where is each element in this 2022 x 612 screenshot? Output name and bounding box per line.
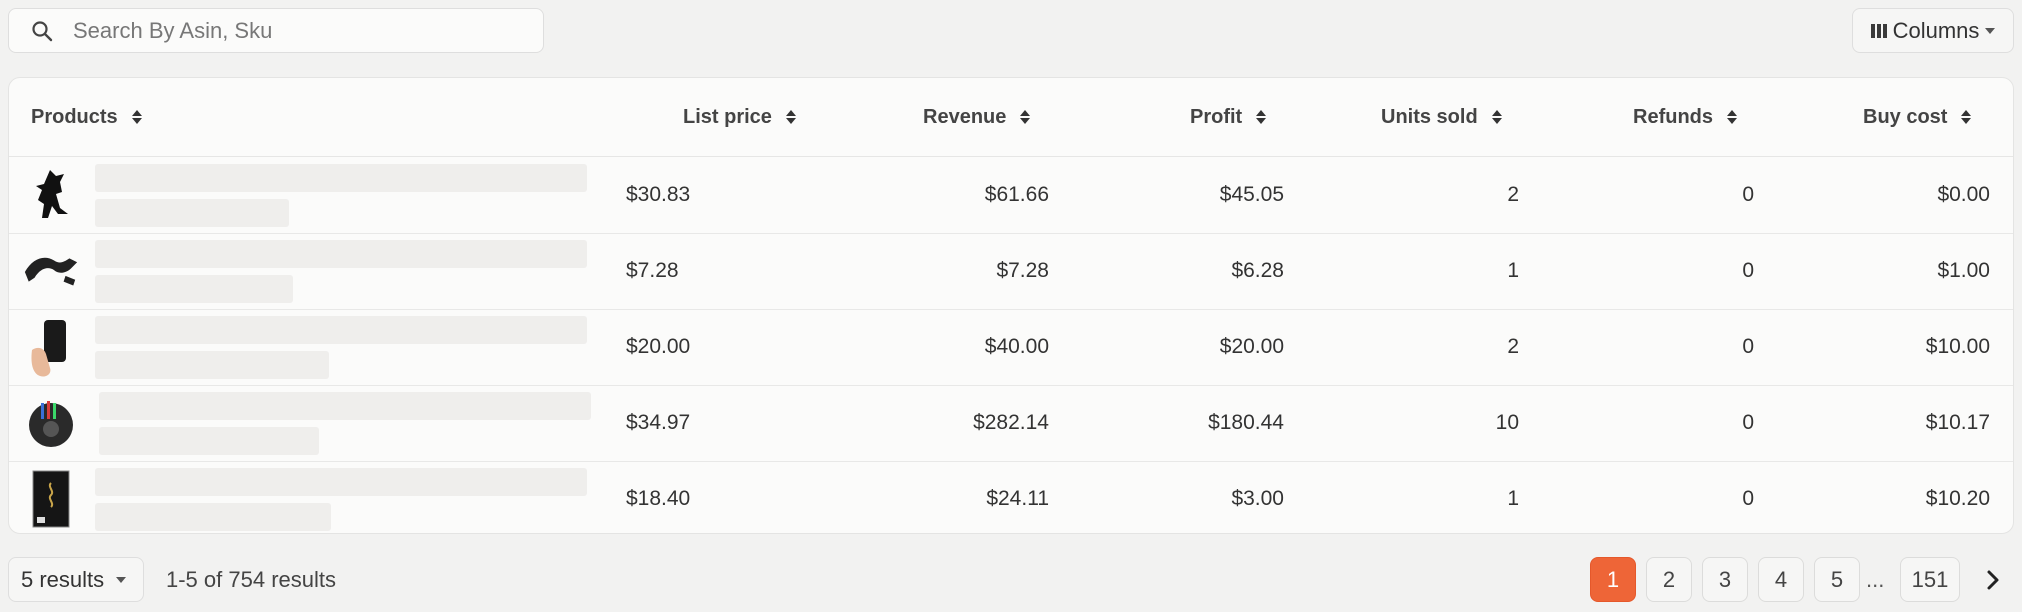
header-buy-cost[interactable]: Buy cost (1863, 78, 1972, 156)
table-row[interactable]: $34.97 $282.14 $180.44 10 0 $10.17 (9, 385, 2013, 462)
cell-revenue: $282.14 (973, 411, 1049, 434)
header-units-sold[interactable]: Units sold (1381, 78, 1502, 156)
cell-profit: $20.00 (1219, 335, 1284, 358)
columns-icon (1870, 23, 1887, 38)
header-profit[interactable]: Profit (1190, 78, 1267, 156)
table-row[interactable]: $18.40 $24.11 $3.00 1 0 $10.20 (9, 461, 2013, 533)
product-title-placeholder (95, 164, 587, 192)
cell-profit: $3.00 (1231, 487, 1284, 510)
cell-revenue: $61.66 (984, 183, 1049, 206)
cell-units-sold: 2 (1507, 335, 1519, 358)
search-box[interactable] (8, 8, 544, 53)
header-label: Units sold (1381, 105, 1478, 128)
cell-profit: $6.28 (1231, 259, 1284, 282)
sort-icon (1256, 110, 1267, 124)
header-list-price[interactable]: List price (683, 78, 796, 156)
sort-icon (1020, 110, 1031, 124)
cell-list-price: $20.00 (626, 335, 691, 358)
cell-refunds: 0 (1742, 411, 1754, 434)
table-row[interactable]: $20.00 $40.00 $20.00 2 0 $10.00 (9, 309, 2013, 386)
header-label: List price (683, 105, 772, 128)
cell-profit: $45.05 (1219, 183, 1284, 206)
page-button-4[interactable]: 4 (1758, 557, 1804, 602)
cell-list-price: $7.28 (626, 259, 679, 282)
cell-buy-cost: $1.00 (1937, 259, 1990, 282)
page-button-2[interactable]: 2 (1646, 557, 1692, 602)
cell-units-sold: 1 (1507, 487, 1519, 510)
product-sku-placeholder (95, 351, 329, 379)
cell-list-price: $30.83 (626, 183, 691, 206)
cell-buy-cost: $10.17 (1925, 411, 1990, 434)
page-button-3[interactable]: 3 (1702, 557, 1748, 602)
cell-revenue: $24.11 (986, 487, 1049, 510)
header-label: Profit (1190, 105, 1243, 128)
sort-icon (1727, 110, 1737, 124)
cell-revenue: $7.28 (996, 259, 1049, 282)
cell-refunds: 0 (1742, 259, 1754, 282)
columns-label: Columns (1892, 17, 1980, 43)
product-thumbnail[interactable] (21, 393, 81, 453)
header-label: Refunds (1633, 105, 1713, 128)
sort-icon (785, 110, 796, 124)
search-icon (31, 18, 57, 44)
cell-refunds: 0 (1742, 335, 1754, 358)
header-label: Revenue (923, 105, 1007, 128)
cell-units-sold: 1 (1507, 259, 1519, 282)
header-label: Buy cost (1863, 105, 1948, 128)
product-sku-placeholder (95, 199, 289, 227)
sort-icon (131, 110, 142, 124)
cell-units-sold: 2 (1507, 183, 1519, 206)
product-title-placeholder (95, 240, 587, 268)
page-button-1[interactable]: 1 (1590, 557, 1636, 602)
cell-list-price: $18.40 (626, 487, 691, 510)
header-label: Products (31, 105, 118, 128)
cell-refunds: 0 (1742, 183, 1754, 206)
sort-icon (1491, 110, 1502, 124)
cell-profit: $180.44 (1208, 411, 1284, 434)
sort-icon (1961, 110, 1972, 124)
search-input[interactable] (71, 16, 515, 45)
cell-buy-cost: $0.00 (1937, 183, 1990, 206)
chevron-right-icon (1987, 570, 1999, 589)
cell-buy-cost: $10.20 (1925, 487, 1990, 510)
product-sku-placeholder (95, 503, 331, 531)
product-title-placeholder (95, 468, 587, 496)
cell-list-price: $34.97 (626, 411, 691, 434)
product-thumbnail[interactable] (21, 165, 81, 225)
table-row[interactable]: $7.28 $7.28 $6.28 1 0 $1.00 (9, 233, 2013, 310)
cell-refunds: 0 (1742, 487, 1754, 510)
products-table: Products List price Revenue Profit Units… (8, 77, 2014, 534)
product-thumbnail[interactable] (21, 317, 81, 377)
product-thumbnail[interactable] (21, 469, 81, 529)
header-refunds[interactable]: Refunds (1633, 78, 1737, 156)
product-title-placeholder (99, 392, 591, 420)
product-sku-placeholder (95, 275, 293, 303)
header-products[interactable]: Products (31, 78, 142, 156)
page-button-last[interactable]: 151 (1900, 557, 1960, 602)
cell-revenue: $40.00 (984, 335, 1049, 358)
product-sku-placeholder (99, 427, 319, 455)
table-header: Products List price Revenue Profit Units… (9, 78, 2013, 157)
page-button-5[interactable]: 5 (1814, 557, 1860, 602)
header-revenue[interactable]: Revenue (923, 78, 1031, 156)
columns-button[interactable]: Columns (1852, 8, 2014, 53)
product-title-placeholder (95, 316, 587, 344)
cell-units-sold: 10 (1495, 411, 1519, 434)
cell-buy-cost: $10.00 (1925, 335, 1990, 358)
chevron-down-icon (1985, 27, 1996, 34)
next-page-button[interactable] (1978, 557, 2008, 602)
product-thumbnail[interactable] (21, 241, 81, 301)
table-row[interactable]: $30.83 $61.66 $45.05 2 0 $0.00 (9, 157, 2013, 234)
pagination: 1 2 3 4 5 ... 151 (0, 557, 2022, 602)
pagination-ellipsis: ... (1866, 566, 1885, 592)
